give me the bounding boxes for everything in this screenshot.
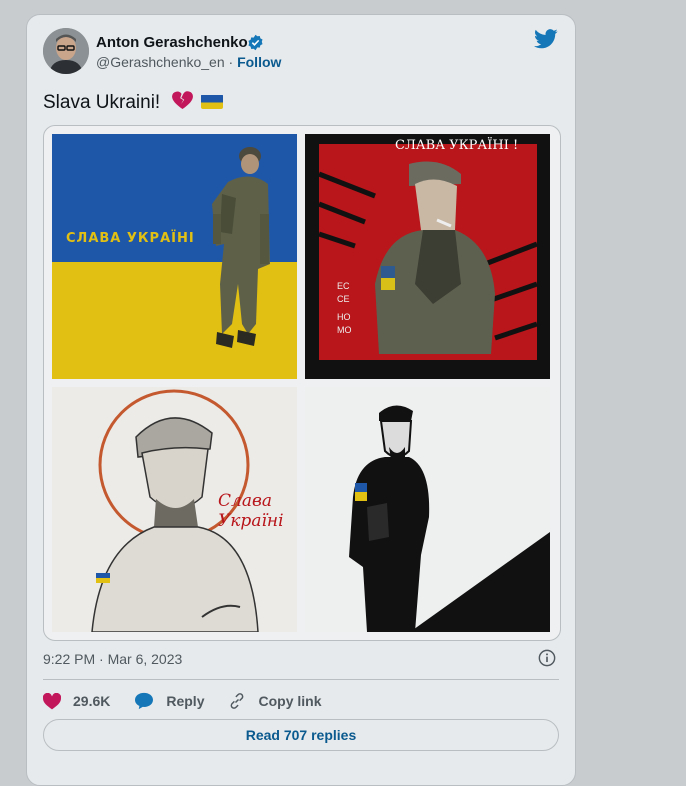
twitter-bird-icon[interactable] (534, 29, 558, 54)
media-grid[interactable]: СЛАВА УКРАЇНІ СЛАВА УКРАЇНІ ! EC CE HO M… (43, 125, 561, 641)
reply-button[interactable]: Reply (134, 692, 204, 710)
action-bar: 29.6K Reply Copy link (43, 687, 346, 715)
info-icon[interactable] (538, 649, 556, 672)
verified-badge-icon (247, 34, 264, 56)
divider (43, 679, 559, 680)
side-text-line: EC (337, 281, 350, 291)
tweet-text: Slava Ukraini! (43, 91, 223, 114)
side-text-line: HO (337, 312, 351, 322)
author-name[interactable]: Anton Gerashchenko (96, 34, 248, 51)
image-silhouette[interactable] (305, 387, 550, 632)
caption-line: Україні (218, 511, 284, 531)
caption-line: Слава (218, 491, 272, 511)
panel3-caption: Слава Україні (218, 491, 284, 531)
panel2-caption: СЛАВА УКРАЇНІ ! (395, 138, 519, 153)
image-sketch-halo[interactable]: Слава Україні (52, 387, 297, 632)
ukraine-flag-icon (200, 94, 223, 109)
avatar[interactable] (43, 28, 89, 74)
link-icon (231, 693, 244, 709)
broken-heart-icon (171, 91, 193, 110)
like-count: 29.6K (73, 693, 111, 709)
panel2-side-text: EC CE HO MO (337, 280, 352, 337)
copy-link-label: Copy link (258, 693, 322, 709)
copy-link-button[interactable]: Copy link (228, 692, 322, 710)
separator-dot: · (228, 54, 234, 70)
like-button[interactable]: 29.6K (43, 692, 111, 710)
reply-label: Reply (166, 693, 205, 709)
image-flag-soldier[interactable]: СЛАВА УКРАЇНІ (52, 134, 297, 379)
side-text-line: MO (337, 325, 352, 335)
tweet-body: Slava Ukraini! (43, 92, 161, 113)
heart-icon (43, 692, 61, 709)
reply-bubble-icon (135, 692, 154, 710)
author-handle-row: @Gerashchenko_en · Follow (96, 54, 281, 70)
panel1-caption: СЛАВА УКРАЇНІ (66, 231, 195, 246)
tweet-card: Anton Gerashchenko @Gerashchenko_en · Fo… (26, 14, 576, 786)
side-text-line: CE (337, 294, 350, 304)
tweet-timestamp[interactable]: 9:22 PM · Mar 6, 2023 (43, 651, 182, 667)
image-red-poster[interactable]: СЛАВА УКРАЇНІ ! EC CE HO MO (305, 134, 550, 379)
author-handle[interactable]: @Gerashchenko_en (96, 54, 225, 70)
follow-button[interactable]: Follow (237, 54, 281, 70)
read-replies-button[interactable]: Read 707 replies (43, 719, 559, 751)
